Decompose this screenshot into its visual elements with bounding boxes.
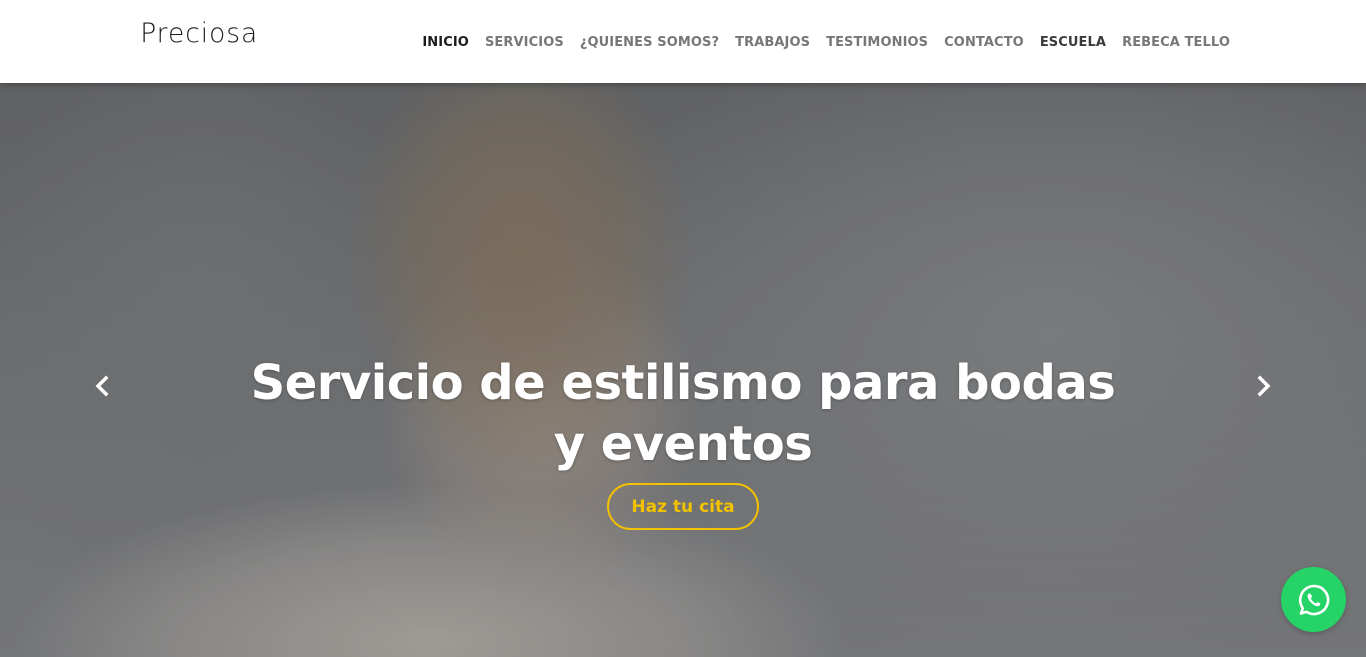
nav-item-contacto: CONTACTO <box>944 31 1024 50</box>
nav-link-testimonios[interactable]: TESTIMONIOS <box>826 35 928 50</box>
whatsapp-icon <box>1298 584 1329 615</box>
chevron-right-icon <box>1257 375 1271 397</box>
whatsapp-chat-button[interactable] <box>1281 567 1346 632</box>
nav-item-trabajos: TRABAJOS <box>735 31 810 50</box>
nav-item-quienes-somos: ¿QUIENES SOMOS? <box>580 31 719 50</box>
nav-link-contacto[interactable]: CONTACTO <box>944 35 1024 50</box>
carousel-prev-button[interactable] <box>89 373 115 399</box>
nav-link-escuela[interactable]: ESCUELA <box>1040 35 1106 50</box>
hero-carousel: Servicio de estilismo para bodas y event… <box>0 83 1366 657</box>
nav-item-servicios: SERVICIOS <box>485 31 564 50</box>
nav-item-inicio: INICIO <box>422 31 469 50</box>
nav-link-trabajos[interactable]: TRABAJOS <box>735 35 810 50</box>
main-nav: INICIO SERVICIOS ¿QUIENES SOMOS? TRABAJO… <box>406 31 1230 50</box>
nav-link-quienes-somos[interactable]: ¿QUIENES SOMOS? <box>580 35 719 50</box>
nav-item-testimonios: TESTIMONIOS <box>826 31 928 50</box>
hero-title: Servicio de estilismo para bodas y event… <box>250 355 1116 472</box>
chevron-left-icon <box>95 375 109 397</box>
site-logo[interactable]: Preciosa <box>140 18 258 49</box>
carousel-next-button[interactable] <box>1251 373 1277 399</box>
nav-link-servicios[interactable]: SERVICIOS <box>485 35 564 50</box>
book-appointment-button[interactable]: Haz tu cita <box>607 483 759 530</box>
nav-item-rebeca-tello: REBECA TELLO <box>1122 31 1230 50</box>
site-header: Preciosa INICIO SERVICIOS ¿QUIENES SOMOS… <box>0 0 1366 83</box>
nav-link-inicio[interactable]: INICIO <box>422 35 469 50</box>
nav-item-escuela: ESCUELA <box>1040 31 1106 50</box>
nav-link-rebeca-tello[interactable]: REBECA TELLO <box>1122 35 1230 50</box>
